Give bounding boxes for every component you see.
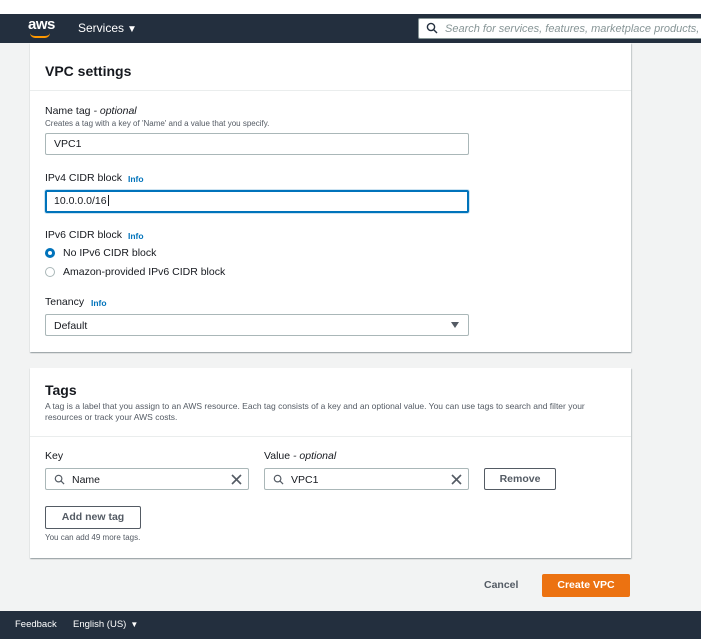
- clear-value-icon[interactable]: [450, 473, 463, 486]
- ipv4-info-link[interactable]: Info: [128, 174, 144, 184]
- vpc-settings-title: VPC settings: [45, 63, 132, 79]
- remove-tag-button[interactable]: Remove: [484, 468, 556, 490]
- tenancy-selected-value: Default: [54, 320, 88, 332]
- ipv6-option-none-label: No IPv6 CIDR block: [63, 247, 157, 259]
- tenancy-label: Tenancy: [45, 296, 85, 308]
- tag-value-label-text: Value: [264, 450, 291, 462]
- footer-bar: Feedback English (US) ▼: [0, 611, 701, 639]
- tag-limit-hint: You can add 49 more tags.: [45, 533, 141, 542]
- tags-panel: Tags A tag is a label that you assign to…: [30, 368, 631, 558]
- ipv6-cidr-label: IPv6 CIDR block: [45, 229, 123, 241]
- right-gutter: [631, 43, 701, 611]
- clear-key-icon[interactable]: [230, 473, 243, 486]
- browser-strip: [0, 0, 701, 14]
- tag-key-value: Name: [72, 474, 101, 486]
- ipv4-cidr-text: 10.0.0.0/16: [54, 195, 107, 207]
- ipv6-option-amazon[interactable]: Amazon-provided IPv6 CIDR block: [45, 266, 225, 278]
- tag-value-optional: - optional: [290, 450, 337, 462]
- tags-header: Tags A tag is a label that you assign to…: [30, 368, 631, 437]
- name-tag-value: VPC1: [54, 138, 82, 150]
- ipv4-cidr-value: 10.0.0.0/16: [54, 195, 109, 207]
- top-navigation-bar: aws Services ▼ Search for services, featu…: [0, 14, 701, 43]
- name-tag-input[interactable]: VPC1: [45, 133, 469, 155]
- tags-description: A tag is a label that you assign to an A…: [45, 401, 585, 422]
- ipv6-option-none[interactable]: No IPv6 CIDR block: [45, 247, 156, 259]
- search-icon: [426, 22, 438, 34]
- services-label: Services: [78, 21, 125, 35]
- aws-logo-text: aws: [28, 16, 55, 33]
- tag-value-label: Value - optional: [264, 450, 336, 462]
- services-menu-button[interactable]: Services ▼: [78, 21, 137, 35]
- name-tag-label-text: Name tag: [45, 105, 91, 117]
- tag-value-value: VPC1: [291, 474, 319, 486]
- dropdown-arrow-icon: [451, 322, 459, 328]
- create-vpc-button[interactable]: Create VPC: [542, 574, 630, 597]
- caret-down-icon: ▼: [130, 620, 139, 629]
- tag-key-input[interactable]: Name: [45, 468, 249, 490]
- search-icon: [273, 474, 284, 485]
- aws-logo[interactable]: aws: [28, 16, 56, 40]
- aws-smile-icon: [30, 33, 50, 38]
- global-search-input[interactable]: Search for services, features, marketpla…: [418, 18, 701, 39]
- text-cursor: [107, 195, 109, 206]
- name-tag-hint: Creates a tag with a key of 'Name' and a…: [45, 119, 270, 128]
- name-tag-label: Name tag - optional: [45, 105, 137, 117]
- radio-checked-icon: [45, 248, 55, 258]
- tag-key-label: Key: [45, 450, 64, 462]
- tags-title: Tags: [45, 382, 77, 398]
- feedback-link[interactable]: Feedback: [15, 619, 57, 630]
- ipv6-option-amazon-label: Amazon-provided IPv6 CIDR block: [63, 266, 226, 278]
- language-selector[interactable]: English (US) ▼: [73, 619, 138, 630]
- ipv4-cidr-input[interactable]: 10.0.0.0/16: [45, 190, 469, 213]
- tenancy-select[interactable]: Default: [45, 314, 469, 336]
- vpc-settings-header: VPC settings: [30, 43, 631, 91]
- search-icon: [54, 474, 65, 485]
- cancel-button[interactable]: Cancel: [484, 579, 518, 591]
- radio-unchecked-icon: [45, 267, 55, 277]
- tenancy-info-link[interactable]: Info: [91, 298, 107, 308]
- name-tag-optional: - optional: [90, 105, 137, 117]
- ipv6-info-link[interactable]: Info: [128, 231, 144, 241]
- ipv4-cidr-label: IPv4 CIDR block: [45, 172, 123, 184]
- vpc-settings-panel: VPC settings Name tag - optional Creates…: [30, 43, 631, 352]
- add-new-tag-button[interactable]: Add new tag: [45, 506, 141, 529]
- tag-value-input[interactable]: VPC1: [264, 468, 469, 490]
- language-label: English (US): [73, 619, 127, 630]
- search-placeholder: Search for services, features, marketpla…: [445, 23, 701, 35]
- caret-down-icon: ▼: [127, 24, 137, 35]
